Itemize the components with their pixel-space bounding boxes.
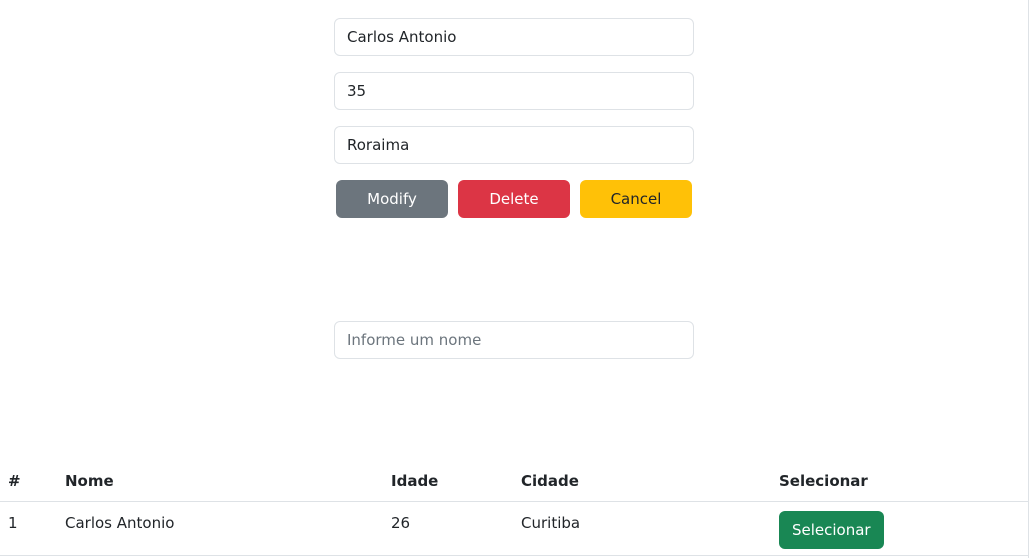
cell-id: 1 (0, 501, 57, 556)
page: Modify Delete Cancel # Nome Idade Cidade… (0, 0, 1030, 558)
table-row: 1 Carlos Antonio 26 Curitiba Selecionar (0, 501, 1028, 556)
select-button[interactable]: Selecionar (779, 511, 884, 549)
name-input[interactable] (334, 18, 694, 56)
cell-idade: 26 (383, 501, 513, 556)
header-cidade: Cidade (513, 460, 771, 502)
table-header-row: # Nome Idade Cidade Selecionar (0, 460, 1028, 502)
header-selecionar: Selecionar (771, 460, 1028, 502)
people-table: # Nome Idade Cidade Selecionar 1 Carlos … (0, 460, 1028, 556)
page-edge-divider (1028, 0, 1029, 558)
header-idade: Idade (383, 460, 513, 502)
search-name-input[interactable] (334, 321, 694, 359)
city-input[interactable] (334, 126, 694, 164)
modify-button[interactable]: Modify (336, 180, 448, 218)
cell-cidade: Curitiba (513, 501, 771, 556)
delete-button[interactable]: Delete (458, 180, 570, 218)
header-hash: # (0, 460, 57, 502)
cell-action: Selecionar (771, 501, 1028, 556)
cancel-button[interactable]: Cancel (580, 180, 692, 218)
cell-nome: Carlos Antonio (57, 501, 383, 556)
age-input[interactable] (334, 72, 694, 110)
header-nome: Nome (57, 460, 383, 502)
